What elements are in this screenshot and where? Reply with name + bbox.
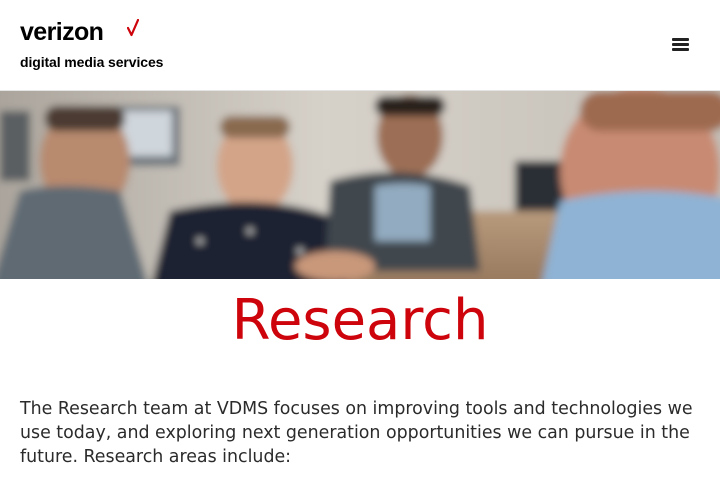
verizon-logo[interactable]: verizon digital media services (20, 17, 190, 73)
site-header: verizon digital media services (0, 0, 720, 91)
team-photo (0, 91, 720, 279)
hamburger-menu-icon[interactable] (670, 36, 692, 54)
checkmark-icon (127, 19, 139, 37)
intro-paragraph: The Research team at VDMS focuses on imp… (20, 399, 693, 467)
logo-wordmark: verizon (20, 18, 104, 46)
hero-image (0, 91, 720, 279)
logo-subtitle: digital media services (20, 54, 164, 70)
page-title: Research (231, 288, 489, 353)
